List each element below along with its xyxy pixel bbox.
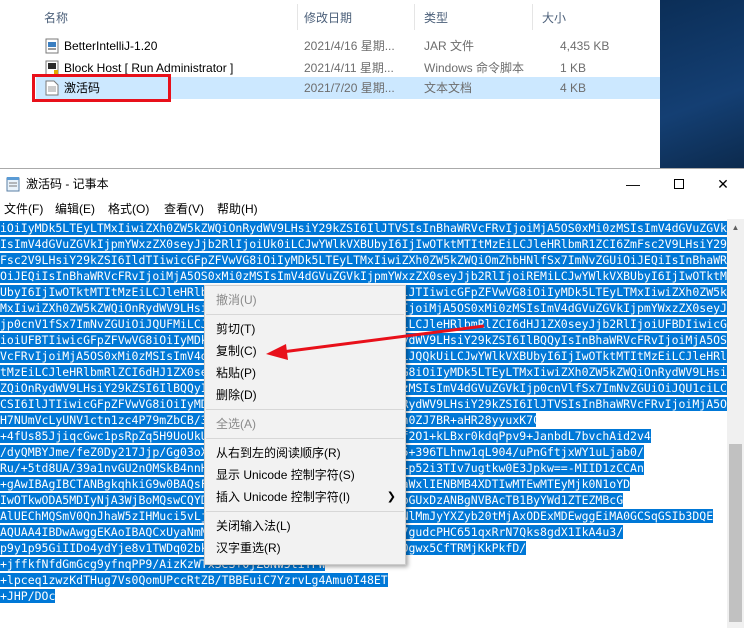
menu-format[interactable]: 格式(O) [108,199,149,219]
file-row[interactable]: BetterIntelliJ-1.20 2021/4/16 星期... JAR … [36,35,660,57]
menu-separator [206,314,404,315]
window-title: 激活码 - 记事本 [26,177,109,191]
menu-item-label: 全选(A) [216,417,256,431]
minimize-icon: — [626,176,640,192]
file-explorer-pane: 名称 修改日期 类型 大小 BetterIntelliJ-1.20 2021/4… [0,0,660,168]
menu-item-label: 关闭输入法(L) [216,519,291,533]
scrollbar-thumb[interactable] [729,444,742,622]
menu-separator [206,438,404,439]
column-header-type[interactable]: 类型 [424,0,448,34]
menu-item-paste[interactable]: 粘贴(P) [206,362,404,384]
close-button[interactable]: ✕ [700,169,744,199]
column-header-size[interactable]: 大小 [542,0,566,34]
text-line: iOiIyMDk5LTEyLTMxIiwiZXh0ZW5kZWQiOnRydWV… [0,221,727,236]
column-divider[interactable] [297,4,298,30]
selected-text: iOiIyMDk5LTEyLTMxIiwiZXh0ZW5kZWQiOnRydWV… [0,221,727,235]
desktop-background [660,0,744,168]
text-line: +JHP/DOc [0,589,700,604]
file-name: BetterIntelliJ-1.20 [64,39,158,53]
menu-separator [206,511,404,512]
notepad-app-icon [6,177,20,192]
file-type: JAR 文件 [424,39,475,53]
scroll-up-icon[interactable]: ▲ [727,219,744,236]
chevron-right-icon: ❯ [386,491,396,503]
menu-item-close-ime[interactable]: 关闭输入法(L) [206,515,404,537]
menu-item-label: 汉字重选(R) [216,541,281,555]
menu-item-label: 粘贴(P) [216,366,256,380]
context-menu: 撤消(U) 剪切(T) 复制(C) 粘贴(P) 删除(D) 全选(A) 从右到左的阅读顺序(… [204,285,406,565]
menu-item-copy[interactable]: 复制(C) [206,340,404,362]
minimize-button[interactable]: — [610,169,656,199]
menu-item-label: 从右到左的阅读顺序(R) [216,446,341,460]
vertical-scrollbar[interactable]: ▲ [727,219,744,628]
menu-item-rtl-reading-order[interactable]: 从右到左的阅读顺序(R) [206,442,404,464]
selected-text: IsImV4dGVuZGVkIjpmYWxzZX0seyJjb2RlIjoiUk… [0,237,727,251]
menu-item-label: 复制(C) [216,344,257,358]
menu-item-label: 撤消(U) [216,293,257,307]
text-line: IsImV4dGVuZGVkIjpmYWxzZX0seyJjb2RlIjoiUk… [0,237,727,252]
text-line: Fsc2V9LHsiY29kZSI6IldTIiwicGFpZFVwVG8iOi… [0,253,727,268]
column-header-name[interactable]: 名称 [44,0,68,34]
menu-file[interactable]: 文件(F) [4,199,43,219]
menu-separator [206,409,404,410]
file-size: 4 KB [560,81,587,95]
selected-text: +JHP/DOc [0,589,56,603]
file-modified: 2021/4/11 星期... [304,61,394,75]
annotation-highlight-box [32,74,171,102]
menu-item-insert-unicode-char[interactable]: 插入 Unicode 控制字符(I) ❯ [206,486,404,508]
file-type: 文本文档 [424,81,473,95]
close-icon: ✕ [717,175,729,192]
text-line: OiJEQiIsInBhaWRVcFRvIjoiMjA5OS0xMi0zMSIs… [0,269,727,284]
menu-item-label: 剪切(T) [216,322,256,336]
selected-text: +lpceq1zwzKdTHug7Vs0QomUPccRtZB/TBBEuiC7… [0,573,388,587]
file-size: 4,435 KB [560,39,610,53]
menu-edit[interactable]: 编辑(E) [55,199,95,219]
menu-item-select-all: 全选(A) [206,413,404,435]
menu-item-label: 删除(D) [216,388,257,402]
menu-item-delete[interactable]: 删除(D) [206,384,404,406]
maximize-icon [674,179,684,189]
file-modified: 2021/7/20 星期... [304,81,395,95]
title-bar[interactable]: 激活码 - 记事本 — ✕ [0,169,744,199]
menu-item-reconversion[interactable]: 汉字重选(R) [206,537,404,559]
menu-help[interactable]: 帮助(H) [217,199,258,219]
menu-view[interactable]: 查看(V) [164,199,204,219]
column-divider[interactable] [414,4,415,30]
jar-file-icon [45,38,59,54]
column-divider[interactable] [532,4,533,30]
text-line: +lpceq1zwzKdTHug7Vs0QomUPccRtZB/TBBEuiC7… [0,573,388,588]
selected-text: OiJEQiIsInBhaWRVcFRvIjoiMjA5OS0xMi0zMSIs… [0,269,727,283]
maximize-button[interactable] [656,169,702,199]
menu-item-label: 插入 Unicode 控制字符(I) [216,490,351,504]
menu-item-label: 显示 Unicode 控制字符(S) [216,468,355,482]
menu-item-cut[interactable]: 剪切(T) [206,318,404,340]
file-modified: 2021/4/16 星期... [304,39,395,53]
file-size: 1 KB [560,61,587,75]
selected-text: Fsc2V9LHsiY29kZSI6IldTIiwicGFpZFVwVG8iOi… [0,253,727,267]
menu-bar: 文件(F) 编辑(E) 格式(O) 查看(V) 帮助(H) [0,199,744,219]
column-header-modified[interactable]: 修改日期 [304,0,352,34]
file-type: Windows 命令脚本 [424,61,525,75]
menu-item-show-unicode-chars[interactable]: 显示 Unicode 控制字符(S) [206,464,404,486]
menu-item-undo: 撤消(U) [206,289,404,311]
